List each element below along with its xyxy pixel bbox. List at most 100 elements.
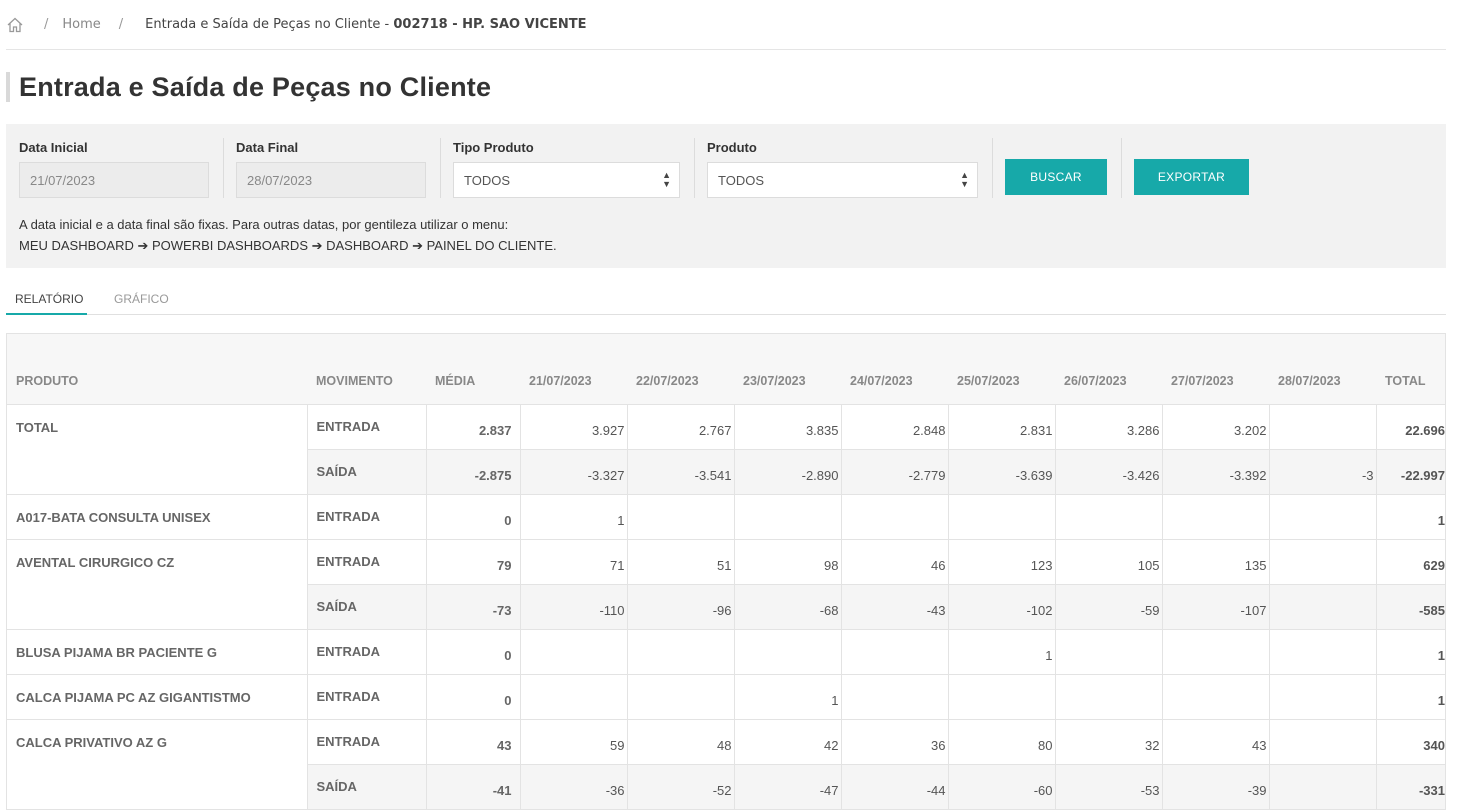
breadcrumb-client-code: 002718 xyxy=(393,17,448,32)
day-value-cell xyxy=(734,494,842,540)
day-value-cell: 43 xyxy=(1162,719,1270,765)
column-header[interactable]: 24/07/2023 xyxy=(841,334,948,405)
average-cell: -73 xyxy=(426,584,521,630)
column-header[interactable]: 25/07/2023 xyxy=(948,334,1055,405)
product-cell: AVENTAL CIRURGICO CZ xyxy=(7,539,308,630)
day-value-cell xyxy=(1055,629,1163,675)
day-value-cell: 123 xyxy=(948,539,1056,585)
data-final-input[interactable]: 28/07/2023 xyxy=(236,162,426,198)
movement-cell: SAÍDA xyxy=(307,449,427,495)
day-value-cell: 2.848 xyxy=(841,404,949,450)
day-value-cell: 48 xyxy=(627,719,735,765)
breadcrumb: / Home / Entrada e Saída de Peças no Cli… xyxy=(6,0,1446,50)
column-header[interactable]: 27/07/2023 xyxy=(1162,334,1269,405)
date-note-line2: MEU DASHBOARD ➔ POWERBI DASHBOARDS ➔ DAS… xyxy=(19,238,557,253)
breadcrumb-current-prefix: Entrada e Saída de Peças no Cliente - xyxy=(145,17,394,32)
select-caret-icon: ▲ ▼ xyxy=(662,170,671,189)
tipo-produto-label: Tipo Produto xyxy=(453,140,534,155)
average-cell: 43 xyxy=(426,719,521,765)
tab-relatorio[interactable]: RELATÓRIO xyxy=(6,284,87,315)
product-cell: CALCA PRIVATIVO AZ G xyxy=(7,719,308,809)
day-value-cell xyxy=(520,674,628,720)
breadcrumb-current: Entrada e Saída de Peças no Cliente - 00… xyxy=(145,17,586,32)
day-value-cell xyxy=(1055,494,1163,540)
produto-select[interactable]: TODOS ▲ ▼ xyxy=(707,162,978,198)
movement-cell: SAÍDA xyxy=(307,584,427,630)
day-value-cell: -3.639 xyxy=(948,449,1056,495)
day-value-cell xyxy=(1162,629,1270,675)
day-value-cell xyxy=(520,629,628,675)
day-value-cell: -44 xyxy=(841,764,949,809)
column-header[interactable]: 28/07/2023 xyxy=(1269,334,1376,405)
day-value-cell: 71 xyxy=(520,539,628,585)
date-note-line1: A data inicial e a data final são fixas.… xyxy=(19,217,509,232)
day-value-cell xyxy=(841,494,949,540)
row-total-cell: -22.997 xyxy=(1376,449,1445,495)
column-header[interactable]: TOTAL xyxy=(1376,334,1445,405)
tipo-produto-value: TODOS xyxy=(464,173,510,188)
column-header[interactable]: 23/07/2023 xyxy=(734,334,841,405)
data-inicial-input[interactable]: 21/07/2023 xyxy=(19,162,209,198)
table-row: CALCA PRIVATIVO AZ G ENTRADA 43 59 48 42 36 80 3… xyxy=(7,719,1445,809)
day-value-cell xyxy=(1269,404,1377,450)
movement-cell: SAÍDA xyxy=(307,764,427,809)
exportar-button[interactable]: EXPORTAR xyxy=(1134,159,1249,195)
table-body: TOTAL ENTRADA 2.837 3.927 2.767 3.835 2.848 2.8… xyxy=(7,404,1445,809)
report-table-container: PRODUTO MOVIMENTO MÉDIA 21/07/2023 22/07… xyxy=(6,333,1446,810)
home-icon[interactable] xyxy=(6,16,24,34)
day-value-cell: -3.327 xyxy=(520,449,628,495)
column-header[interactable]: 26/07/2023 xyxy=(1055,334,1162,405)
day-value-cell xyxy=(948,674,1056,720)
row-total-cell: 1 xyxy=(1376,629,1445,675)
column-header[interactable]: MOVIMENTO xyxy=(307,334,426,405)
select-caret-icon: ▲ ▼ xyxy=(960,170,969,189)
filter-panel: Data Inicial 21/07/2023 Data Final 28/07… xyxy=(6,124,1446,268)
day-value-cell xyxy=(627,674,735,720)
average-cell: -41 xyxy=(426,764,521,809)
table-row: BLUSA PIJAMA BR PACIENTE G ENTRADA 0 1 1 xyxy=(7,629,1445,675)
tipo-produto-select[interactable]: TODOS ▲ ▼ xyxy=(453,162,680,198)
page-title: Entrada e Saída de Peças no Cliente xyxy=(6,72,491,102)
tab-grafico[interactable]: GRÁFICO xyxy=(114,284,169,315)
average-cell: 2.837 xyxy=(426,404,521,450)
day-value-cell: 2.767 xyxy=(627,404,735,450)
average-cell: 0 xyxy=(426,629,521,675)
column-header[interactable]: 22/07/2023 xyxy=(627,334,734,405)
table-row: A017-BATA CONSULTA UNISEX ENTRADA 0 1 1 xyxy=(7,494,1445,540)
day-value-cell xyxy=(1269,674,1377,720)
product-cell: BLUSA PIJAMA BR PACIENTE G xyxy=(7,629,308,675)
day-value-cell: -53 xyxy=(1055,764,1163,809)
column-header[interactable]: PRODUTO xyxy=(7,334,307,405)
day-value-cell: 80 xyxy=(948,719,1056,765)
row-total-cell: 629 xyxy=(1376,539,1445,585)
movement-cell: ENTRADA xyxy=(307,494,427,540)
movement-cell: ENTRADA xyxy=(307,719,427,765)
day-value-cell: -2.890 xyxy=(734,449,842,495)
filter-divider xyxy=(440,138,441,198)
day-value-cell: -110 xyxy=(520,584,628,630)
day-value-cell xyxy=(1162,494,1270,540)
day-value-cell: -2.779 xyxy=(841,449,949,495)
column-header[interactable]: MÉDIA xyxy=(426,334,520,405)
average-cell: 0 xyxy=(426,494,521,540)
day-value-cell xyxy=(1162,674,1270,720)
movement-cell: ENTRADA xyxy=(307,404,427,450)
breadcrumb-home-link[interactable]: Home xyxy=(62,17,100,32)
produto-group: Produto TODOS ▲ ▼ xyxy=(707,138,978,198)
movement-cell: ENTRADA xyxy=(307,539,427,585)
average-cell: 0 xyxy=(426,674,521,720)
column-header[interactable]: 21/07/2023 xyxy=(520,334,627,405)
day-value-cell xyxy=(1269,764,1377,809)
filter-divider xyxy=(223,138,224,198)
day-value-cell xyxy=(1269,719,1377,765)
buscar-button[interactable]: BUSCAR xyxy=(1005,159,1107,195)
day-value-cell: 46 xyxy=(841,539,949,585)
day-value-cell xyxy=(841,674,949,720)
report-table: PRODUTO MOVIMENTO MÉDIA 21/07/2023 22/07… xyxy=(7,334,1445,809)
day-value-cell: 59 xyxy=(520,719,628,765)
table-row: TOTAL ENTRADA 2.837 3.927 2.767 3.835 2.848 2.8… xyxy=(7,404,1445,495)
day-value-cell xyxy=(841,629,949,675)
day-value-cell: -60 xyxy=(948,764,1056,809)
table-header-row: PRODUTO MOVIMENTO MÉDIA 21/07/2023 22/07… xyxy=(7,334,1445,405)
day-value-cell xyxy=(1269,629,1377,675)
